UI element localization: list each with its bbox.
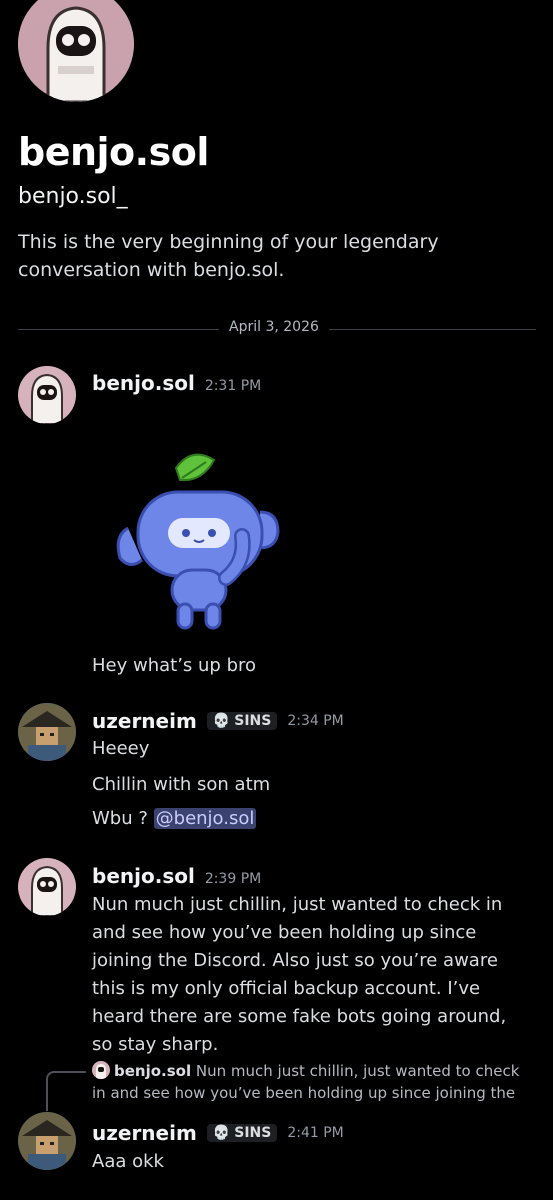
reply-avatar-icon (92, 1061, 110, 1079)
skull-icon: 💀 (212, 713, 231, 729)
hat-character-avatar-icon (18, 1112, 76, 1170)
message-author[interactable]: uzerneim (92, 709, 197, 733)
message-avatar[interactable] (18, 703, 76, 761)
server-tag-label: SINS (234, 1125, 272, 1141)
message-avatar[interactable] (18, 366, 76, 424)
profile-avatar[interactable] (18, 0, 134, 102)
user-mention[interactable]: @benjo.sol (153, 808, 257, 829)
reply-author: benjo.sol (114, 1062, 192, 1080)
message-content: Nun much just chillin, just wanted to ch… (92, 894, 507, 1055)
message-timestamp: 2:41 PM (287, 1125, 344, 1141)
server-tag-badge[interactable]: 💀 SINS (206, 712, 278, 730)
date-divider-label: April 3, 2026 (219, 319, 329, 335)
message-timestamp: 2:34 PM (287, 713, 344, 729)
message-timestamp: 2:39 PM (204, 871, 262, 887)
ghost-avatar-icon (18, 0, 134, 102)
ghost-avatar-icon (31, 865, 63, 916)
message-content: Chillin with son atm (92, 774, 271, 795)
message-content: Hey what’s up bro (92, 655, 257, 676)
profile-display-name: benjo.sol (18, 130, 209, 174)
reply-preview[interactable]: benjo.sol Nun much just chillin, just wa… (92, 1060, 532, 1104)
message-author[interactable]: uzerneim (92, 1121, 197, 1145)
message-author[interactable]: benjo.sol (92, 864, 195, 888)
message-header: benjo.sol 2:39 PM (92, 864, 261, 888)
conversation-intro: This is the very beginning of your legen… (18, 231, 439, 281)
wumpus-sticker[interactable] (110, 448, 290, 638)
message-avatar[interactable] (18, 858, 76, 916)
message-header: benjo.sol 2:31 PM (92, 371, 261, 395)
message-avatar[interactable] (18, 1112, 76, 1170)
message-timestamp: 2:31 PM (204, 378, 262, 394)
message-content: Wbu ? @benjo.sol (92, 805, 257, 833)
server-tag-label: SINS (234, 713, 272, 729)
message-content: Heeey (92, 738, 150, 759)
message-author[interactable]: benjo.sol (92, 371, 195, 395)
message-header: uzerneim 💀 SINS 2:41 PM (92, 1121, 344, 1145)
message-header: uzerneim 💀 SINS 2:34 PM (92, 709, 344, 733)
server-tag-badge[interactable]: 💀 SINS (206, 1124, 278, 1142)
skull-icon: 💀 (212, 1125, 231, 1141)
profile-username: benjo.sol_ (18, 184, 128, 209)
wumpus-sticker-icon (116, 453, 280, 630)
reply-connector (46, 1071, 86, 1111)
message-text: Wbu ? (92, 808, 154, 829)
hat-character-avatar-icon (18, 703, 76, 761)
message-content: Aaa okk (92, 1151, 164, 1172)
ghost-avatar-icon (31, 373, 63, 424)
